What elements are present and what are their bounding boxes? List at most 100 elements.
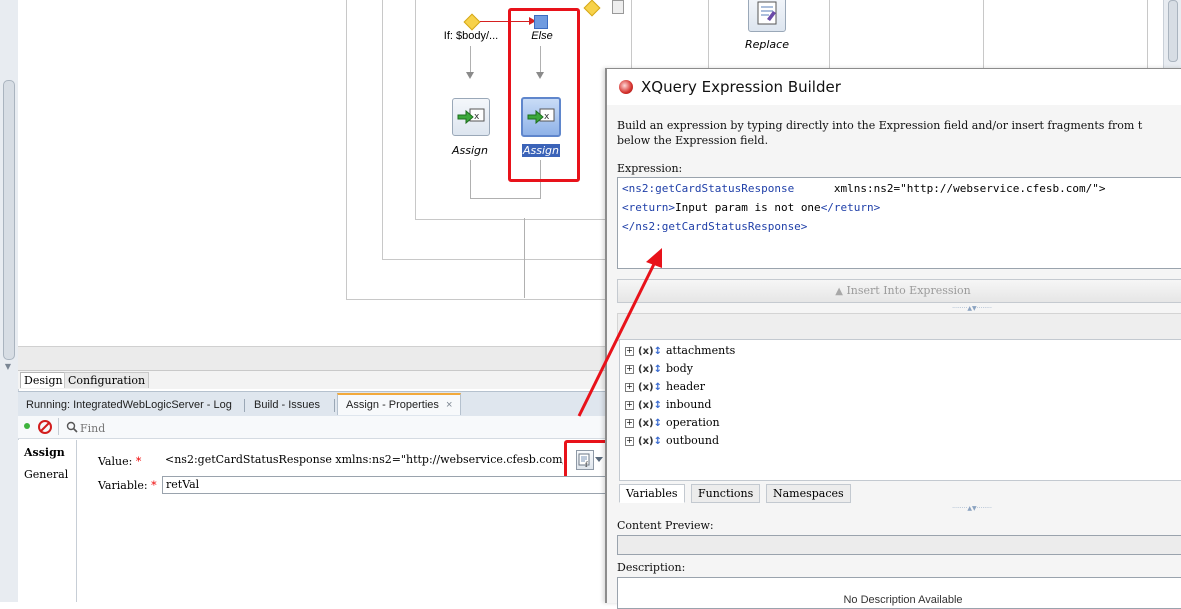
expand-icon[interactable]: +	[625, 364, 634, 374]
tree-item[interactable]: + (x)↕ inbound	[625, 396, 711, 414]
right-scrollbar-thumb[interactable]	[1168, 0, 1178, 62]
content-preview-label: Content Preview:	[617, 519, 714, 532]
description-label: Description:	[617, 561, 686, 574]
dialog-instructions-line2: below the Expression field.	[617, 134, 769, 147]
variable-icon: (x)↕	[638, 418, 662, 429]
required-marker: *	[151, 479, 157, 492]
dialog-instructions-line1: Build an expression by typing directly i…	[617, 119, 1143, 132]
diagram-horizontal-gutter	[18, 346, 608, 371]
assign-activity-icon[interactable]: x	[452, 98, 490, 136]
stage-note-icon[interactable]	[612, 0, 624, 14]
expand-icon[interactable]: +	[625, 418, 634, 428]
tab-namespaces[interactable]: Namespaces	[766, 484, 851, 503]
splitter-grip-icon[interactable]: ········▲▼········	[927, 505, 1017, 512]
replace-activity-icon[interactable]	[748, 0, 786, 32]
find-input[interactable]	[62, 419, 602, 437]
tab-server-log[interactable]: Running: IntegratedWebLogicServer - Log	[18, 395, 240, 415]
builder-tabs: Variables Functions Namespaces	[619, 483, 1181, 503]
splitter-grip-icon[interactable]: ········▲▼········	[927, 305, 1017, 312]
down-arrow-icon	[466, 72, 474, 79]
expand-icon[interactable]: +	[625, 382, 634, 392]
tab-design[interactable]: Design	[20, 372, 67, 388]
left-scrollbar-thumb[interactable]	[3, 80, 15, 360]
variable-icon: (x)↕	[638, 400, 662, 411]
xml-return-text: Input param is not one	[674, 201, 821, 214]
properties-body: Assign General Value: * <ns2:getCardStat…	[18, 440, 610, 602]
tree-item[interactable]: + (x)↕ body	[625, 360, 693, 378]
insert-into-expression-label: Insert Into Expression	[846, 284, 971, 297]
connector-line	[470, 198, 541, 199]
expression-line-2: <return>Input param is not one</return>	[622, 201, 880, 214]
left-scrollbar[interactable]: ▼	[0, 0, 19, 602]
scroll-down-arrow-icon[interactable]: ▼	[2, 362, 14, 372]
tree-item[interactable]: + (x)↕ operation	[625, 414, 720, 432]
variable-label: Variable: *	[98, 479, 157, 492]
variable-field[interactable]: retVal	[162, 476, 607, 494]
xml-return-open: <return>	[622, 201, 675, 214]
nav-item-assign[interactable]: Assign	[24, 446, 65, 459]
stop-icon[interactable]	[38, 420, 52, 434]
expression-line-1: <ns2:getCardStatusResponse xmlns:ns2="ht…	[622, 182, 1105, 195]
tree-item-label: body	[665, 362, 693, 375]
xml-namespace-attr: xmlns:ns2="http://webservice.cfesb.com/"…	[794, 182, 1106, 195]
content-preview-field	[617, 535, 1181, 555]
nav-item-general[interactable]: General	[24, 468, 68, 481]
connector-line	[470, 46, 471, 72]
tree-item-label: outbound	[665, 434, 719, 447]
tab-functions[interactable]: Functions	[691, 484, 761, 503]
variable-icon: (x)↕	[638, 436, 662, 447]
xml-close-tag: </ns2:getCardStatusResponse>	[622, 220, 808, 233]
tab-assign-properties-label: Assign - Properties	[346, 399, 439, 411]
description-field: No Description Available	[617, 577, 1181, 609]
xml-return-close: </return>	[820, 201, 881, 214]
tab-separator	[334, 399, 335, 412]
variable-icon: (x)↕	[638, 346, 662, 357]
variable-icon: (x)↕	[638, 364, 662, 375]
close-tab-icon[interactable]: ×	[446, 399, 452, 411]
tree-item-label: attachments	[665, 344, 736, 357]
properties-nav: Assign General	[18, 440, 77, 602]
replace-activity-label[interactable]: Replace	[727, 38, 807, 51]
xquery-expression-builder-dialog: XQuery Expression Builder Build an expre…	[605, 68, 1181, 609]
editor-view-tabs: Design Configuration	[18, 370, 608, 389]
dialog-titlebar[interactable]: XQuery Expression Builder	[607, 69, 1181, 105]
expression-editor[interactable]: <ns2:getCardStatusResponse xmlns:ns2="ht…	[617, 177, 1181, 269]
toolbar-separator	[58, 418, 59, 435]
expand-icon[interactable]: +	[625, 436, 634, 446]
value-field[interactable]: <ns2:getCardStatusResponse xmlns:ns2="ht…	[162, 452, 563, 468]
up-arrow-icon: ▲	[835, 286, 843, 297]
tree-toolbar	[617, 313, 1181, 341]
panel-tab-bar: Running: IntegratedWebLogicServer - Log …	[18, 391, 608, 417]
xml-open-tag: <ns2:getCardStatusResponse	[622, 182, 795, 195]
variables-tree[interactable]: + (x)↕ attachments + (x)↕ body + (x)↕ header + (x)…	[619, 339, 1181, 481]
expression-button-highlight	[564, 440, 610, 480]
assign-activity-label[interactable]: Assign	[430, 144, 510, 157]
tree-item[interactable]: + (x)↕ attachments	[625, 342, 735, 360]
svg-text:x: x	[474, 112, 480, 122]
expression-line-3: </ns2:getCardStatusResponse>	[622, 220, 807, 233]
expand-icon[interactable]: +	[625, 400, 634, 410]
expression-label: Expression:	[617, 162, 683, 175]
tab-variables[interactable]: Variables	[619, 484, 685, 503]
connector-line	[470, 160, 471, 198]
required-marker: *	[135, 455, 142, 468]
tab-build-issues[interactable]: Build - Issues	[246, 395, 328, 415]
tab-configuration[interactable]: Configuration	[64, 372, 150, 388]
description-text: No Description Available	[843, 594, 963, 606]
connector-line	[524, 218, 525, 298]
variable-icon: (x)↕	[638, 382, 662, 393]
app-logo-icon	[619, 80, 633, 94]
tree-item[interactable]: + (x)↕ header	[625, 378, 705, 396]
expand-icon[interactable]: +	[625, 346, 634, 356]
dialog-title: XQuery Expression Builder	[641, 78, 841, 96]
value-label: Value: *	[98, 455, 141, 468]
tab-assign-properties[interactable]: Assign - Properties ×	[337, 393, 462, 415]
tree-item[interactable]: + (x)↕ outbound	[625, 432, 719, 450]
right-scrollbar[interactable]	[1163, 0, 1181, 68]
insert-into-expression-button[interactable]: ▲ Insert Into Expression	[617, 279, 1181, 303]
tree-item-label: header	[665, 380, 705, 393]
if-branch-label[interactable]: If: $body/...	[431, 30, 511, 42]
variable-label-text: Variable:	[98, 479, 148, 492]
tree-item-label: operation	[665, 416, 720, 429]
else-branch-highlight	[508, 8, 580, 182]
